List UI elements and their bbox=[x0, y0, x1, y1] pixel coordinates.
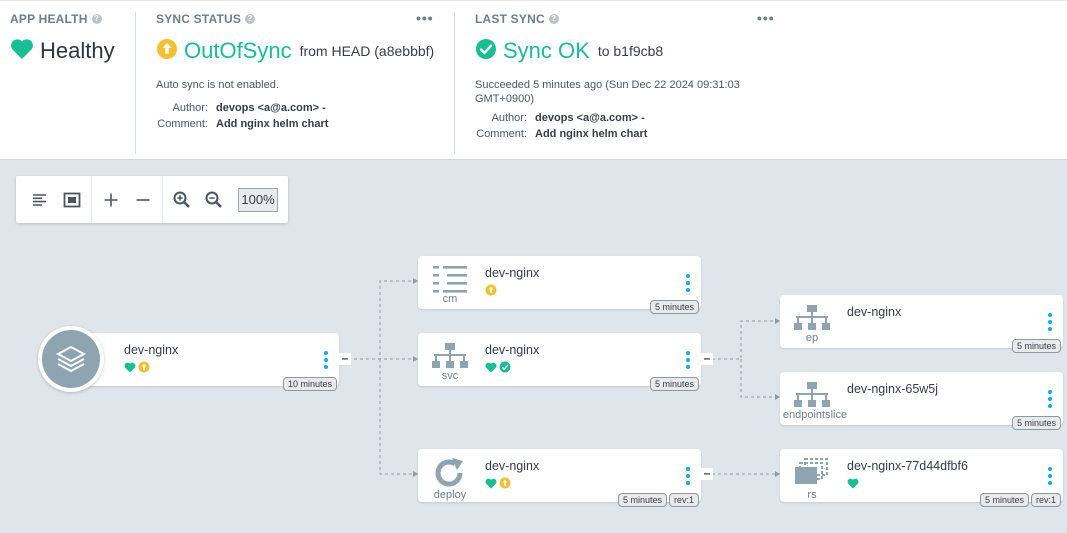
age-badge: 10 minutes bbox=[282, 377, 337, 391]
node-name: dev-nginx bbox=[485, 266, 540, 280]
heart-icon bbox=[485, 360, 497, 378]
collapse-button[interactable]: – bbox=[339, 352, 351, 365]
heart-icon bbox=[124, 360, 136, 378]
node-menu-button[interactable] bbox=[686, 274, 690, 292]
node-menu-button[interactable] bbox=[1048, 313, 1052, 331]
arrow-up-circle-icon bbox=[499, 476, 511, 494]
node-menu-button[interactable] bbox=[1048, 390, 1052, 408]
heart-icon bbox=[847, 476, 859, 494]
kind-label: rs bbox=[807, 489, 817, 501]
copy-icon bbox=[788, 455, 836, 491]
node-name: dev-nginx bbox=[485, 459, 540, 473]
node-menu-button[interactable] bbox=[324, 351, 328, 369]
age-badge: 5 minutes bbox=[979, 493, 1029, 507]
node-name: dev-nginx bbox=[847, 305, 902, 319]
endpointslice-node[interactable]: endpointslice dev-nginx-65w5j 5 minutes bbox=[780, 372, 1063, 430]
kind-label: cm bbox=[442, 293, 458, 305]
collapse-button[interactable]: – bbox=[701, 352, 713, 365]
kind-label: svc bbox=[441, 370, 459, 382]
node-name: dev-nginx-77d44dfbf6 bbox=[847, 459, 968, 473]
kind-label: endpointslice bbox=[782, 409, 848, 421]
node-menu-button[interactable] bbox=[1048, 467, 1052, 485]
collapse-button[interactable]: – bbox=[701, 467, 713, 480]
layers-icon bbox=[42, 330, 100, 388]
service-node[interactable]: svc dev-nginx 5 minutes bbox=[418, 333, 701, 391]
edge bbox=[379, 359, 418, 475]
node-name: dev-nginx bbox=[485, 343, 540, 357]
endpoints-node[interactable]: ep dev-nginx 5 minutes bbox=[780, 295, 1063, 353]
edge bbox=[348, 280, 418, 360]
age-badge: 5 minutes bbox=[617, 493, 667, 507]
kind-label: ep bbox=[805, 332, 819, 344]
refresh-icon bbox=[426, 455, 474, 491]
replicaset-node[interactable]: rs dev-nginx-77d44dfbf6 5 minutes rev:1 bbox=[780, 449, 1063, 507]
revision-badge: rev:1 bbox=[1030, 493, 1061, 507]
arrow-up-circle-icon bbox=[485, 283, 497, 301]
heart-icon bbox=[485, 476, 497, 494]
deployment-node[interactable]: deploy dev-nginx 5 minutes rev:1 bbox=[418, 449, 701, 507]
node-name: dev-nginx-65w5j bbox=[847, 382, 939, 396]
edge bbox=[712, 320, 780, 360]
age-badge: 5 minutes bbox=[1011, 339, 1061, 353]
edge bbox=[740, 359, 780, 398]
revision-badge: rev:1 bbox=[668, 493, 699, 507]
node-menu-button[interactable] bbox=[686, 467, 690, 485]
application-node-icon[interactable] bbox=[38, 326, 104, 392]
node-menu-button[interactable] bbox=[686, 351, 690, 369]
kind-label: deploy bbox=[433, 489, 467, 501]
check-circle-icon bbox=[499, 360, 511, 378]
configmap-node[interactable]: cm dev-nginx 5 minutes bbox=[418, 256, 701, 314]
age-badge: 5 minutes bbox=[649, 300, 699, 314]
arrow-up-circle-icon bbox=[138, 360, 150, 378]
node-name: dev-nginx bbox=[124, 343, 179, 357]
age-badge: 5 minutes bbox=[1011, 416, 1061, 430]
age-badge: 5 minutes bbox=[649, 377, 699, 391]
